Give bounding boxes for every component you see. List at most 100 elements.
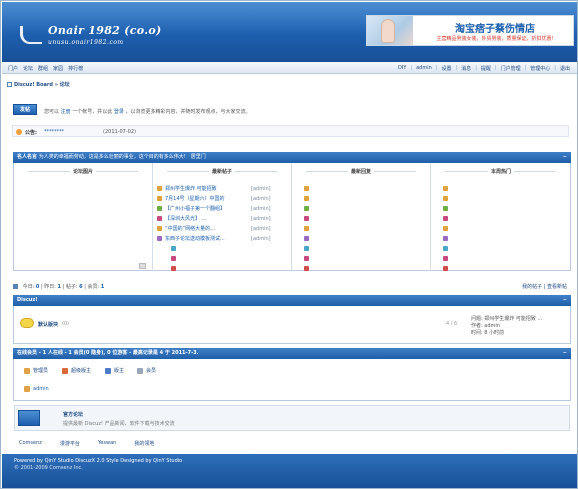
announcement-label: 公告:: [25, 130, 37, 136]
nav-settings[interactable]: 设置: [441, 65, 451, 72]
topic-icon: [304, 256, 309, 261]
official-forum-link[interactable]: 官方论坛 提供最新 Discuz! 产品新闻、软件下载与技术交流: [14, 405, 570, 431]
topic-title[interactable]: 【广州小福子第一个翻组】: [165, 205, 247, 212]
topic-author[interactable]: [admin]: [251, 206, 271, 212]
legend-admin: 管理员: [24, 367, 48, 374]
register-link[interactable]: 注册: [61, 109, 71, 115]
nav-user[interactable]: admin: [416, 65, 432, 72]
topic-icon: [304, 236, 309, 241]
online-total: 1: [42, 350, 47, 356]
topic-icon: [157, 196, 162, 201]
ad-title: 淘宝痞子蔡伤情店: [455, 24, 535, 35]
online-header: 在线会员 - 1 人在线 - 1 会员(0 隐身), 0 位游客 - 最高记录是…: [13, 348, 571, 359]
nav-group[interactable]: 群组: [38, 65, 48, 72]
topic-icon: [443, 236, 448, 241]
forum-last-post: 问题: 郑州学生爆炸 可能招致 ... 作者: admin 时间: 8 小时前: [471, 316, 542, 337]
topic-title[interactable]: 7月14号（星期六）中国的: [165, 195, 247, 202]
col-title-hot: 本周热门: [487, 169, 514, 175]
breadcrumb[interactable]: Discuz! Board » 论坛: [7, 81, 70, 88]
topic-icon: [443, 226, 448, 231]
topic-title[interactable]: 东西子论坛送动模板测试...: [165, 235, 247, 242]
online-panel: 管理员 超级版主 版主 会员 admin: [13, 359, 571, 401]
legend-member-label: 会员: [146, 368, 157, 374]
nav-admin-center[interactable]: 管理中心: [530, 65, 550, 72]
nav-forum[interactable]: 论坛: [23, 65, 33, 72]
topic-title[interactable]: 郑州学生爆炸 可能招致: [165, 185, 247, 192]
home-icon: [7, 82, 12, 87]
category-title: Discuz!: [17, 297, 38, 303]
link-comsenz[interactable]: Comsenz: [19, 440, 42, 447]
topic-icon: [304, 206, 309, 211]
topic-icon: [443, 256, 448, 261]
nav-ranking[interactable]: 排行榜: [68, 65, 83, 72]
browser-frame: Onair 1982 (co.o) unusu.onair1982.com 淘宝…: [0, 0, 578, 489]
link-mydomain[interactable]: 我的领地: [134, 440, 154, 447]
footer-copyright: © 2001-2009 Comsenz Inc.: [14, 465, 83, 471]
nav-home[interactable]: 家园: [53, 65, 63, 72]
topic-icon: [171, 246, 176, 251]
topic-item[interactable]: “中国的”网络大量的... [admin]: [157, 225, 285, 232]
topic-icon: [443, 266, 448, 271]
topic-icon: [443, 186, 448, 191]
top-nav: 门户 论坛 群组 家园 排行榜 DIY | admin | 设置 | 消息 | 提醒 | …: [2, 62, 577, 74]
collapse-icon[interactable]: −: [563, 295, 567, 306]
site-logo[interactable]: Onair 1982 (co.o) unusu.onair1982.com: [20, 24, 161, 46]
link-yeswan[interactable]: Yeswan: [98, 440, 116, 447]
topic-title[interactable]: “中国的”网络大量的...: [165, 225, 247, 232]
link-manyou[interactable]: 漫游平台: [60, 440, 80, 447]
topic-item[interactable]: 东西子论坛送动模板测试... [admin]: [157, 235, 285, 242]
online-mid2: 会员(0 隐身),: [73, 350, 106, 356]
col-title-replies: 最新回复: [347, 169, 374, 175]
legend-mod: 版主: [105, 367, 124, 374]
topic-icon: [443, 196, 448, 201]
discuz-category-header: Discuz! −: [13, 295, 571, 306]
topic-title[interactable]: 【深圳大风光】 ...: [165, 215, 247, 222]
topic-item[interactable]: 【深圳大风光】 ... [admin]: [157, 215, 285, 222]
topic-item[interactable]: 7月14号（星期六）中国的 [admin]: [157, 195, 285, 202]
nav-diy[interactable]: DIY: [398, 65, 406, 72]
collapse-icon[interactable]: −: [563, 348, 567, 359]
nav-logout[interactable]: 退出: [560, 65, 570, 72]
forum-row: 默认版块 (0) 4 / 6 问题: 郑州学生爆炸 可能招致 ... 作者: a…: [13, 306, 571, 344]
nav-portal-admin[interactable]: 门户管理: [501, 65, 521, 72]
user-icon: [24, 386, 30, 392]
last-post-title[interactable]: 问题: 郑州学生爆炸 可能招致 ...: [471, 316, 542, 323]
announcement-link[interactable]: ********: [44, 129, 64, 135]
login-link[interactable]: 登录: [114, 109, 124, 115]
online-user[interactable]: admin: [24, 386, 49, 392]
official-forum-name[interactable]: 官方论坛: [63, 411, 83, 418]
ad-model-image: [367, 16, 413, 45]
my-posts-link[interactable]: 我的帖子: [522, 284, 542, 290]
ad-banner[interactable]: 淘宝痞子蔡伤情店 主营精品男装女装，外贸男装，质量保证，折扣优惠!: [366, 15, 574, 46]
online-record-date: 2011-7-3.: [171, 350, 199, 356]
new-posts-link[interactable]: 查看新帖: [547, 284, 567, 290]
collapse-icon[interactable]: −: [563, 152, 567, 163]
topic-item[interactable]: 【广州小福子第一个翻组】 [admin]: [157, 205, 285, 212]
welcome-prefix: 您可以: [44, 109, 60, 115]
stat-members: 1: [100, 284, 105, 290]
nav-portal[interactable]: 门户: [8, 65, 18, 72]
recommend-subtitle: 为人类的幸福而劳动，这是多么壮丽的事业，这个目的有多么伟大! 居里门: [38, 154, 206, 160]
last-post-time: 时间: 8 小时前: [471, 330, 505, 336]
nav-reminders[interactable]: 提醒: [481, 65, 491, 72]
official-forum-desc: 提供最新 Discuz! 产品新闻、软件下载与技术交流: [63, 421, 175, 427]
col-latest-topics: 最新帖子 郑州学生爆炸 可能招致 [admin] 7月14号（星期六）中国的 [adm…: [153, 163, 292, 271]
welcome-text: 您可以 注册 一个帐号，并以此 登录 ，以浏览更多精彩内容，并随时发布观点，与大…: [44, 108, 250, 115]
topic-author[interactable]: [admin]: [251, 236, 271, 242]
topic-item[interactable]: 郑州学生爆炸 可能招致 [admin]: [157, 185, 285, 192]
logo-line1: Onair 1982 (co.o): [48, 24, 162, 37]
nav-messages[interactable]: 消息: [461, 65, 471, 72]
post-button[interactable]: 发帖: [13, 104, 37, 115]
topic-author[interactable]: [admin]: [251, 186, 271, 192]
topic-author[interactable]: [admin]: [251, 216, 271, 222]
stats-bar: 今日: 0 | 昨日: 1 | 帖子: 6 | 会员: 1 我的帖子 | 查看新…: [13, 282, 571, 291]
online-suffix2: 于: [164, 350, 170, 356]
forum-name[interactable]: 默认版块: [38, 321, 58, 328]
col-latest-replies: 最新回复: [292, 163, 431, 271]
footer-powered: Powered by QinY Studio DiscuzX 2.0 Style…: [14, 458, 183, 464]
topic-author[interactable]: [admin]: [251, 196, 271, 202]
topic-author[interactable]: [admin]: [251, 226, 271, 232]
topic-icon: [304, 226, 309, 231]
online-username[interactable]: admin: [33, 386, 49, 392]
last-post-author[interactable]: 作者: admin: [471, 323, 542, 330]
